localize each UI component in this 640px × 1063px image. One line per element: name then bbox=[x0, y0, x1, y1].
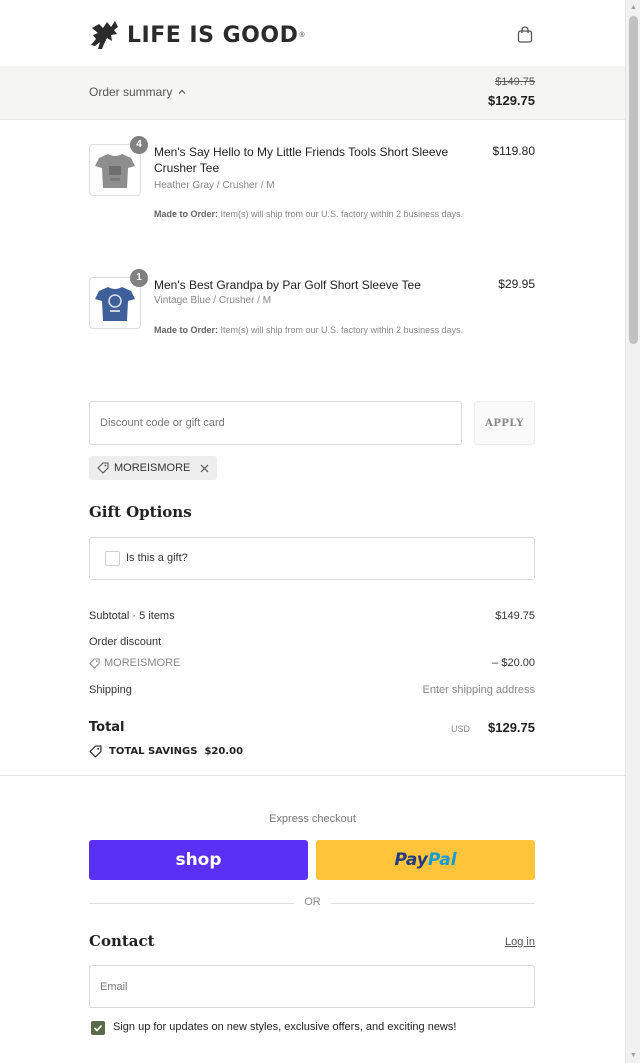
shipping-row: Shipping Enter shipping address bbox=[89, 684, 535, 696]
scroll-up-icon[interactable]: ▲ bbox=[629, 3, 638, 12]
note-label: Made to Order: bbox=[154, 209, 219, 219]
discount-code-name: MOREISMORE bbox=[104, 657, 181, 669]
shipping-label: Shipping bbox=[89, 684, 132, 696]
total-value: $129.75 bbox=[488, 720, 535, 735]
subtotal-row: Subtotal · 5 items $149.75 bbox=[89, 610, 535, 622]
newsletter-checkbox[interactable] bbox=[91, 1021, 105, 1035]
product-price: $29.95 bbox=[498, 277, 535, 291]
tshirt-image bbox=[95, 287, 135, 321]
jake-logo-icon bbox=[91, 21, 118, 49]
line-item: 1 Men's Best Grandpa by Par Golf Short S… bbox=[89, 269, 535, 357]
note-text: Item(s) will ship from our U.S. factory … bbox=[218, 209, 464, 219]
checkout-page: LIFE IS GOOD ® Order summary $149.75 $129… bbox=[0, 0, 625, 1063]
contact-title: Contact bbox=[89, 932, 155, 950]
gift-checkbox-label: Is this a gift? bbox=[126, 552, 188, 564]
total-label: Total bbox=[89, 720, 125, 735]
discount-value: – $20.00 bbox=[492, 657, 535, 669]
quantity-badge: 4 bbox=[130, 136, 148, 154]
order-summary-bar: Order summary $149.75 $129.75 bbox=[0, 66, 625, 120]
product-name: Men's Say Hello to My Little Friends Too… bbox=[154, 145, 449, 175]
tag-icon bbox=[89, 657, 100, 669]
checkmark-icon bbox=[93, 1024, 103, 1032]
product-thumbnail: 1 bbox=[89, 269, 148, 329]
applied-discount-tag: MOREISMORE bbox=[89, 456, 218, 480]
order-discount-row: Order discount bbox=[89, 636, 535, 648]
shipping-value: Enter shipping address bbox=[422, 684, 535, 696]
product-variant: Vintage Blue / Crusher / M bbox=[154, 295, 272, 306]
total-savings: TOTAL SAVINGS $20.00 bbox=[89, 745, 243, 758]
order-summary-label: Order summary bbox=[89, 85, 173, 99]
express-checkout-title: Express checkout bbox=[269, 813, 356, 825]
discount-code-input[interactable] bbox=[89, 401, 462, 445]
tag-icon bbox=[97, 462, 109, 474]
brand-name: LIFE IS GOOD bbox=[127, 22, 299, 48]
chevron-up-icon bbox=[178, 89, 186, 94]
registered-mark: ® bbox=[299, 31, 305, 39]
order-discount-label: Order discount bbox=[89, 636, 162, 648]
scroll-down-icon[interactable]: ▼ bbox=[629, 1051, 638, 1060]
newsletter-label: Sign up for updates on new styles, exclu… bbox=[113, 1021, 457, 1033]
savings-label: TOTAL SAVINGS bbox=[109, 746, 198, 757]
product-price: $119.80 bbox=[492, 144, 536, 158]
made-to-order-note: Made to Order: Item(s) will ship from ou… bbox=[154, 205, 484, 223]
paypal-logo-pay: Pay bbox=[394, 850, 428, 870]
product-variant: Heather Gray / Crusher / M bbox=[154, 180, 275, 191]
scroll-thumb[interactable] bbox=[629, 16, 638, 344]
discount-code-detail: MOREISMORE bbox=[89, 657, 535, 669]
note-label: Made to Order: bbox=[154, 325, 219, 335]
total-currency: USD bbox=[450, 724, 470, 734]
site-header: LIFE IS GOOD ® bbox=[89, 17, 535, 57]
savings-value: $20.00 bbox=[204, 746, 244, 757]
applied-code-label: MOREISMORE bbox=[114, 462, 191, 474]
summary-total: $129.75 bbox=[488, 93, 535, 108]
paypal-button[interactable]: PayPal bbox=[316, 840, 535, 880]
made-to-order-note: Made to Order: Item(s) will ship from ou… bbox=[154, 321, 484, 339]
apply-discount-button[interactable]: APPLY bbox=[474, 401, 535, 445]
original-total: $149.75 bbox=[495, 76, 535, 88]
email-field[interactable] bbox=[89, 965, 535, 1008]
brand-logo[interactable]: LIFE IS GOOD ® bbox=[89, 17, 305, 53]
gift-option-box[interactable]: Is this a gift? bbox=[89, 537, 535, 580]
line-item: 4 Men's Say Hello to My Little Friends T… bbox=[89, 136, 536, 244]
gift-checkbox[interactable] bbox=[105, 551, 120, 566]
subtotal-label: Subtotal · 5 items bbox=[89, 610, 175, 622]
savings-tag-icon bbox=[89, 745, 102, 758]
order-summary-toggle[interactable]: Order summary bbox=[89, 85, 186, 99]
quantity-badge: 1 bbox=[130, 269, 148, 287]
shop-pay-button[interactable]: shop bbox=[89, 840, 308, 880]
product-name: Men's Best Grandpa by Par Golf Short Sle… bbox=[154, 278, 421, 292]
scrollbar[interactable]: ▲ ▼ bbox=[625, 0, 640, 1063]
paypal-logo-pal: Pal bbox=[427, 850, 457, 870]
remove-code-icon[interactable] bbox=[200, 464, 209, 473]
note-text: Item(s) will ship from our U.S. factory … bbox=[218, 325, 464, 335]
login-link[interactable]: Log in bbox=[505, 936, 535, 948]
subtotal-value: $149.75 bbox=[495, 610, 535, 622]
product-thumbnail: 4 bbox=[89, 136, 148, 196]
tshirt-image bbox=[95, 154, 135, 188]
gift-options-title: Gift Options bbox=[89, 503, 192, 521]
discount-code-row: MOREISMORE – $20.00 bbox=[89, 657, 535, 669]
section-divider bbox=[0, 775, 625, 776]
or-label: OR bbox=[304, 896, 321, 908]
shopping-bag-icon[interactable] bbox=[515, 25, 535, 45]
